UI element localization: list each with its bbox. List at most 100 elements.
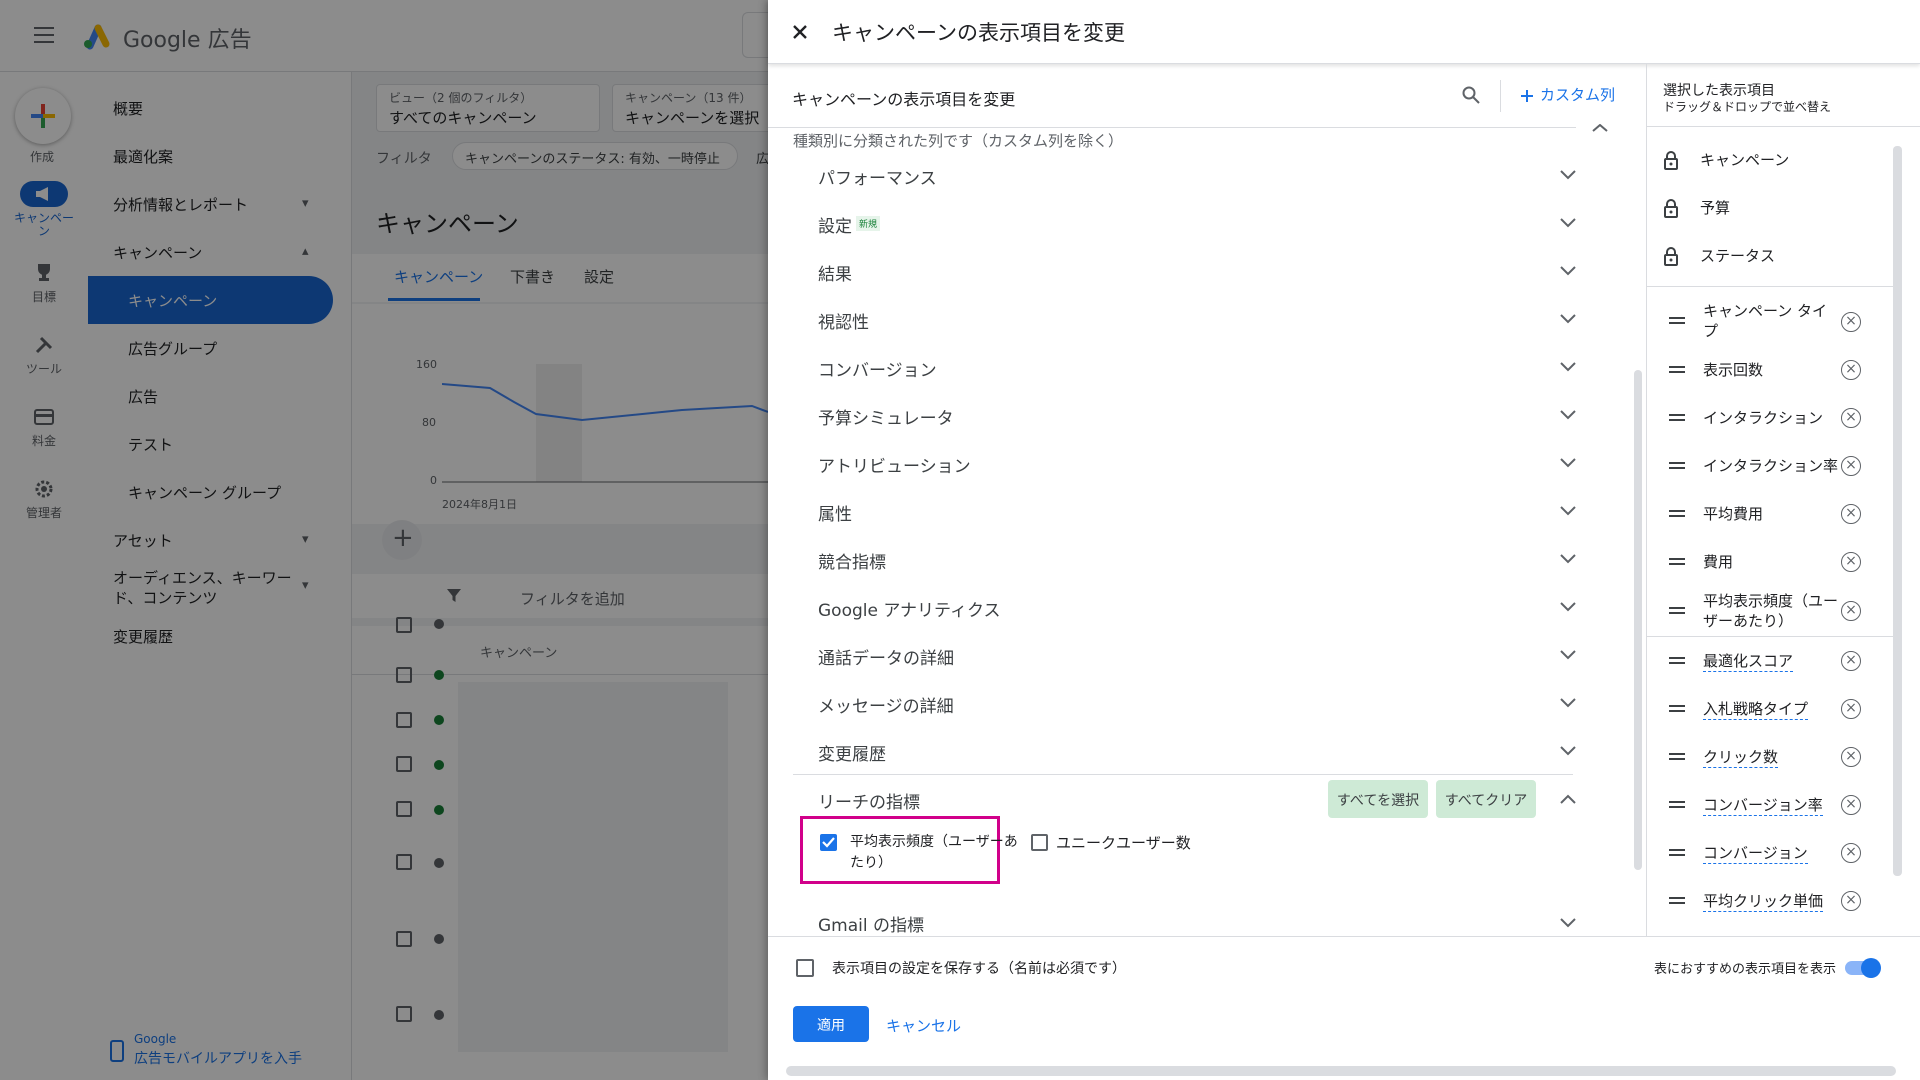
chevron-down-icon[interactable] xyxy=(1560,650,1578,668)
drag-handle-icon[interactable] xyxy=(1669,316,1687,326)
divider xyxy=(768,127,1576,128)
chevron-down-icon[interactable] xyxy=(1560,918,1578,936)
drag-handle-icon[interactable] xyxy=(1669,752,1687,762)
remove-icon[interactable]: × xyxy=(1841,312,1861,332)
search-icon[interactable] xyxy=(1462,86,1480,104)
remove-icon[interactable]: × xyxy=(1841,747,1861,767)
remove-icon[interactable]: × xyxy=(1841,408,1861,428)
column-list-header: キャンペーンの表示項目を変更 xyxy=(792,90,1016,109)
chevron-down-icon[interactable] xyxy=(1560,218,1578,236)
drag-handle-icon[interactable] xyxy=(1669,896,1687,906)
drag-handle-icon[interactable] xyxy=(1669,461,1687,471)
custom-column-button[interactable]: カスタム列 xyxy=(1520,84,1640,106)
divider xyxy=(1646,636,1894,637)
footer-divider xyxy=(768,936,1920,937)
selected-scrollbar-thumb[interactable] xyxy=(1893,146,1902,876)
category-competitive-metrics[interactable]: 競合指標 xyxy=(818,548,886,573)
remove-icon[interactable]: × xyxy=(1841,504,1861,524)
remove-icon[interactable]: × xyxy=(1841,891,1861,911)
drag-handle-icon[interactable] xyxy=(1669,606,1687,616)
category-reach-metrics[interactable]: リーチの指標 xyxy=(818,788,920,813)
category-gmail-metrics[interactable]: Gmail の指標 xyxy=(818,911,924,936)
scrim-overlay[interactable] xyxy=(0,0,768,1080)
select-all-button[interactable]: すべてを選択 xyxy=(1328,780,1428,818)
drag-handle-icon[interactable] xyxy=(1669,557,1687,567)
chevron-up-icon[interactable] xyxy=(1560,794,1576,804)
chevron-down-icon[interactable] xyxy=(1560,170,1578,188)
avg-frequency-label-2: たり） xyxy=(850,855,892,871)
horizontal-scrollbar[interactable] xyxy=(786,1066,1896,1076)
cancel-button[interactable]: キャンセル xyxy=(886,1015,961,1036)
category-viewability[interactable]: 視認性 xyxy=(818,308,869,333)
category-budget-simulator[interactable]: 予算シミュレータ xyxy=(818,404,954,429)
selected-item-campaign-type-2: プ xyxy=(1703,322,1719,340)
category-settings[interactable]: 設定 xyxy=(818,212,852,237)
selected-item-interactions: インタラクション xyxy=(1703,409,1824,427)
show-recommended-label: 表におすすめの表示項目を表示 xyxy=(1654,962,1837,977)
select-all-label: すべてを選択 xyxy=(1336,793,1420,809)
lock-icon xyxy=(1664,199,1678,218)
category-message-details[interactable]: メッセージの詳細 xyxy=(818,692,954,717)
clear-all-label: すべてクリア xyxy=(1444,793,1528,809)
close-icon[interactable] xyxy=(792,24,808,40)
check-icon xyxy=(822,837,835,848)
divider xyxy=(1646,286,1894,287)
apply-button[interactable]: 適用 xyxy=(793,1006,869,1042)
divider xyxy=(793,774,1573,775)
drag-handle-icon[interactable] xyxy=(1669,365,1687,375)
category-call-details[interactable]: 通話データの詳細 xyxy=(818,644,954,669)
selected-item-clicks: クリック数 xyxy=(1703,748,1779,768)
chevron-down-icon[interactable] xyxy=(1560,746,1578,764)
show-recommended-toggle[interactable] xyxy=(1845,958,1881,978)
remove-icon[interactable]: × xyxy=(1841,795,1861,815)
chevron-down-icon[interactable] xyxy=(1560,698,1578,716)
category-conversions[interactable]: コンバージョン xyxy=(818,356,937,381)
selected-locked-campaign: キャンペーン xyxy=(1700,151,1790,169)
lock-icon xyxy=(1664,151,1678,170)
chevron-down-icon[interactable] xyxy=(1560,266,1578,284)
selected-columns-title: 選択した表示項目 xyxy=(1663,83,1775,99)
drag-handle-icon[interactable] xyxy=(1669,509,1687,519)
chevron-down-icon[interactable] xyxy=(1560,458,1578,476)
clear-all-button[interactable]: すべてクリア xyxy=(1436,780,1536,818)
selected-item-conversions: コンバージョン xyxy=(1703,844,1808,864)
category-attribution[interactable]: アトリビューション xyxy=(818,452,971,477)
category-results[interactable]: 結果 xyxy=(818,260,852,285)
chevron-down-icon[interactable] xyxy=(1560,506,1578,524)
divider xyxy=(1646,64,1647,936)
chevron-down-icon[interactable] xyxy=(1560,554,1578,572)
category-attributes[interactable]: 属性 xyxy=(818,500,852,525)
category-performance[interactable]: パフォーマンス xyxy=(818,164,937,189)
drag-handle-icon[interactable] xyxy=(1669,413,1687,423)
chevron-down-icon[interactable] xyxy=(1560,362,1578,380)
selected-item-conversion-rate: コンバージョン率 xyxy=(1703,796,1823,816)
remove-icon[interactable]: × xyxy=(1841,456,1861,476)
remove-icon[interactable]: × xyxy=(1841,699,1861,719)
selected-locked-status: ステータス xyxy=(1700,247,1776,265)
chevron-down-icon[interactable] xyxy=(1560,410,1578,428)
selected-item-avg-cpc: 平均クリック単価 xyxy=(1703,892,1824,912)
chevron-down-icon[interactable] xyxy=(1560,602,1578,620)
selected-item-avg-frequency-1: 平均表示頻度（ユー xyxy=(1703,592,1839,610)
drag-handle-icon[interactable] xyxy=(1669,656,1687,666)
save-setting-checkbox[interactable] xyxy=(796,959,814,977)
unique-users-checkbox[interactable] xyxy=(1031,834,1048,851)
chevron-up-icon[interactable] xyxy=(1592,124,1608,132)
drag-handle-icon[interactable] xyxy=(1669,848,1687,858)
list-scrollbar-thumb[interactable] xyxy=(1634,370,1642,870)
remove-icon[interactable]: × xyxy=(1841,601,1861,621)
drag-handle-icon[interactable] xyxy=(1669,704,1687,714)
avg-frequency-label-1: 平均表示頻度（ユーザーあ xyxy=(850,834,1018,850)
remove-icon[interactable]: × xyxy=(1841,552,1861,572)
selected-item-avg-cost: 平均費用 xyxy=(1703,505,1764,523)
category-google-analytics[interactable]: Google アナリティクス xyxy=(818,596,1000,621)
toggle-knob xyxy=(1861,958,1881,978)
remove-icon[interactable]: × xyxy=(1841,651,1861,671)
remove-icon[interactable]: × xyxy=(1841,360,1861,380)
remove-icon[interactable]: × xyxy=(1841,843,1861,863)
category-change-history[interactable]: 変更履歴 xyxy=(818,740,886,765)
avg-frequency-checkbox[interactable] xyxy=(820,834,837,851)
chevron-down-icon[interactable] xyxy=(1560,314,1578,332)
drag-handle-icon[interactable] xyxy=(1669,800,1687,810)
selected-item-optimization-score: 最適化スコア xyxy=(1703,652,1794,672)
